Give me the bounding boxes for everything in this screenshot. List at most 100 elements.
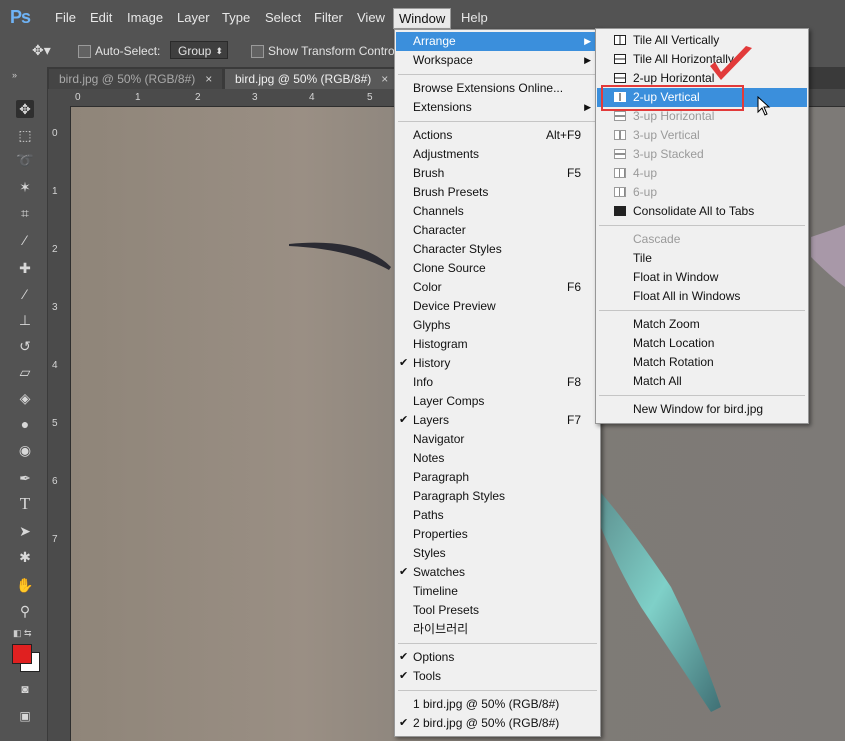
window-menu-item-history[interactable]: ✔ History (396, 354, 599, 373)
blur-tool-icon[interactable]: ● (16, 415, 34, 433)
move-tool-icon[interactable]: ✥ (16, 100, 34, 118)
arrange-menu-item-match-rotation[interactable]: Match Rotation (597, 353, 807, 372)
arrange-menu-item-tile-all-horizontally[interactable]: Tile All Horizontally (597, 50, 807, 69)
window-menu-item-adjustments[interactable]: Adjustments (396, 145, 599, 164)
menu-window[interactable]: Window (393, 8, 452, 29)
close-icon[interactable]: × (205, 72, 212, 86)
collapse-icon[interactable]: » (12, 70, 17, 80)
window-menu-item-character[interactable]: Character (396, 221, 599, 240)
window-menu-item-color[interactable]: Color F6 (396, 278, 599, 297)
window-menu-item-navigator[interactable]: Navigator (396, 430, 599, 449)
window-menu-item-paragraph-styles[interactable]: Paragraph Styles (396, 487, 599, 506)
menu-filter[interactable]: Filter (314, 10, 343, 25)
window-menu-item-options[interactable]: ✔ Options (396, 648, 599, 667)
window-menu-item-info[interactable]: Info F8 (396, 373, 599, 392)
window-menu-item-workspace[interactable]: Workspace ▶ (396, 51, 599, 70)
shortcut-label: F7 (566, 413, 581, 427)
four-up-icon (614, 168, 626, 178)
window-menu-item-timeline[interactable]: Timeline (396, 582, 599, 601)
arrange-menu-item-tile[interactable]: Tile (597, 249, 807, 268)
healing-brush-icon[interactable]: ✚ (16, 259, 34, 277)
menu-item-label: Device Preview (413, 299, 496, 313)
window-menu-item-layer-comps[interactable]: Layer Comps (396, 392, 599, 411)
magic-wand-icon[interactable]: ✶ (16, 178, 34, 196)
crop-tool-icon[interactable]: ⌗ (16, 204, 34, 222)
menu-file[interactable]: File (55, 10, 76, 25)
window-menu-item-paragraph[interactable]: Paragraph (396, 468, 599, 487)
shape-tool-icon[interactable]: ✱ (16, 548, 34, 566)
arrange-menu-item-match-location[interactable]: Match Location (597, 334, 807, 353)
ruler-h-label: 0 (75, 92, 81, 103)
type-tool-icon[interactable]: T (16, 495, 34, 513)
window-menu-item-2-bird-jpg-50-rgb-8[interactable]: ✔ 2 bird.jpg @ 50% (RGB/8#) (396, 714, 599, 733)
window-menu-item-glyphs[interactable]: Glyphs (396, 316, 599, 335)
menu-help[interactable]: Help (461, 10, 488, 25)
show-transform-checkbox[interactable] (251, 45, 264, 58)
arrange-menu-item-match-zoom[interactable]: Match Zoom (597, 315, 807, 334)
menu-item-label: 2 bird.jpg @ 50% (RGB/8#) (413, 716, 560, 730)
marquee-tool-icon[interactable]: ⬚ (16, 126, 34, 144)
window-menu-item-styles[interactable]: Styles (396, 544, 599, 563)
menu-image[interactable]: Image (127, 10, 163, 25)
eraser-icon[interactable]: ▱ (16, 363, 34, 381)
dodge-tool-icon[interactable]: ◉ (16, 441, 34, 459)
move-tool-icon[interactable]: ✥▾ (32, 42, 51, 59)
window-menu-item-tools[interactable]: ✔ Tools (396, 667, 599, 686)
window-menu-item-paths[interactable]: Paths (396, 506, 599, 525)
close-icon[interactable]: × (381, 72, 388, 86)
auto-select-target-dropdown[interactable]: Group ⬍ (170, 41, 228, 59)
arrange-menu-item-tile-all-vertically[interactable]: Tile All Vertically (597, 31, 807, 50)
tab-bird-2[interactable]: bird.jpg @ 50% (RGB/8#) × (225, 69, 399, 89)
eyedropper-icon[interactable]: ⁄ (16, 231, 34, 249)
checkmark-icon: ✔ (399, 357, 409, 369)
auto-select-checkbox[interactable] (78, 45, 91, 58)
arrange-menu-item-new-window-for-bird-jpg[interactable]: New Window for bird.jpg (597, 400, 807, 419)
consolidate-tabs-icon (614, 206, 626, 216)
screen-mode-icon[interactable]: ▣ (16, 707, 34, 725)
window-menu-item-properties[interactable]: Properties (396, 525, 599, 544)
window-menu-item-channels[interactable]: Channels (396, 202, 599, 221)
window-menu-item-histogram[interactable]: Histogram (396, 335, 599, 354)
window-menu-item-layers[interactable]: ✔ Layers F7 (396, 411, 599, 430)
window-menu-item-brush[interactable]: Brush F5 (396, 164, 599, 183)
tab-bird-1[interactable]: bird.jpg @ 50% (RGB/8#) × (49, 69, 223, 89)
brush-tool-icon[interactable]: ⁄ (16, 285, 34, 303)
window-menu-item-1-bird-jpg-50-rgb-8[interactable]: 1 bird.jpg @ 50% (RGB/8#) (396, 695, 599, 714)
paint-bucket-icon[interactable]: ◈ (16, 389, 34, 407)
window-menu-item-extensions[interactable]: Extensions ▶ (396, 98, 599, 117)
window-menu-item-arrange[interactable]: Arrange ▶ (396, 32, 599, 51)
lasso-tool-icon[interactable]: ➰ (16, 151, 34, 169)
hand-tool-icon[interactable]: ✋ (16, 576, 34, 594)
window-menu-item-item-32[interactable]: 라이브러리 (396, 620, 599, 639)
menu-layer[interactable]: Layer (177, 10, 210, 25)
window-menu-item-swatches[interactable]: ✔ Swatches (396, 563, 599, 582)
window-menu-item-clone-source[interactable]: Clone Source (396, 259, 599, 278)
zoom-tool-icon[interactable]: ⚲ (16, 602, 34, 620)
arrange-menu-item-float-all-in-windows[interactable]: Float All in Windows (597, 287, 807, 306)
window-menu-item-notes[interactable]: Notes (396, 449, 599, 468)
path-selection-icon[interactable]: ➤ (16, 522, 34, 540)
menu-edit[interactable]: Edit (90, 10, 112, 25)
arrange-menu-item-match-all[interactable]: Match All (597, 372, 807, 391)
window-menu-item-character-styles[interactable]: Character Styles (396, 240, 599, 259)
window-menu-item-device-preview[interactable]: Device Preview (396, 297, 599, 316)
arrange-menu-item-float-in-window[interactable]: Float in Window (597, 268, 807, 287)
clone-stamp-icon[interactable]: ⊥ (16, 311, 34, 329)
menu-item-label: Match Rotation (633, 355, 714, 369)
pen-tool-icon[interactable]: ✒ (16, 469, 34, 487)
menu-view[interactable]: View (357, 10, 385, 25)
window-menu-item-browse-extensions-online[interactable]: Browse Extensions Online... (396, 79, 599, 98)
window-menu-item-actions[interactable]: Actions Alt+F9 (396, 126, 599, 145)
checkmark-icon: ✔ (399, 414, 409, 426)
default-colors-icon[interactable]: ◧ ⇆ (13, 628, 32, 639)
history-brush-icon[interactable]: ↺ (16, 337, 34, 355)
menu-select[interactable]: Select (265, 10, 301, 25)
menu-item-label: Info (413, 375, 434, 389)
foreground-color-swatch[interactable] (12, 644, 32, 664)
window-menu-item-brush-presets[interactable]: Brush Presets (396, 183, 599, 202)
arrange-menu-item-consolidate-all-to-tabs[interactable]: Consolidate All to Tabs (597, 202, 807, 221)
quick-mask-icon[interactable]: ◙ (16, 680, 34, 698)
checkmark-icon: ✔ (399, 566, 409, 578)
window-menu-item-tool-presets[interactable]: Tool Presets (396, 601, 599, 620)
menu-type[interactable]: Type (222, 10, 250, 25)
